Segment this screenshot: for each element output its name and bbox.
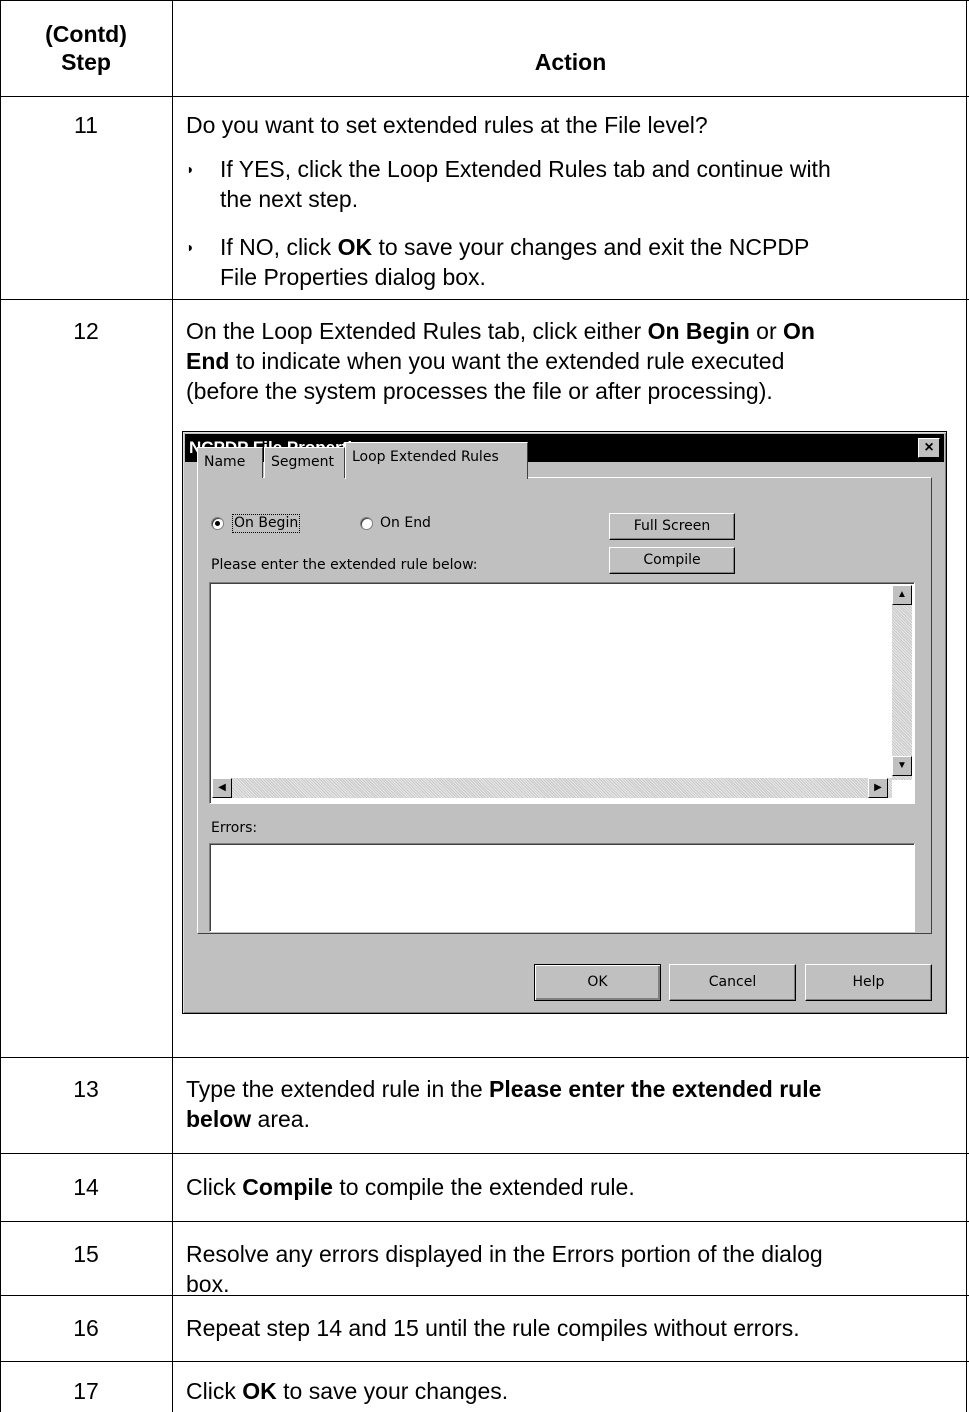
text: to compile the extended rule. xyxy=(332,1174,635,1200)
tab-segment[interactable]: Segment xyxy=(264,447,345,478)
step-11-no-line1: If NO, click OK to save your changes and… xyxy=(220,232,809,262)
step-header-line2: Step xyxy=(61,49,111,75)
step-number: 12 xyxy=(73,318,99,344)
step-15-line1: Resolve any errors displayed in the Erro… xyxy=(186,1241,823,1267)
step-12-text: On the Loop Extended Rules tab, click ei… xyxy=(186,316,815,406)
bold-text: Compile xyxy=(242,1174,333,1200)
text: On the Loop Extended Rules tab, click ei… xyxy=(186,318,648,344)
step-13-text: Type the extended rule in the Please ent… xyxy=(186,1074,821,1134)
row-divider xyxy=(0,1153,969,1154)
errors-label: Errors: xyxy=(211,820,258,836)
step-12-line2: End to indicate when you want the extend… xyxy=(186,346,815,376)
scroll-left-icon[interactable]: ◀ xyxy=(212,778,232,798)
step-11-question: Do you want to set extended rules at the… xyxy=(186,112,708,138)
ok-button[interactable]: OK xyxy=(534,964,661,1001)
step-number: 11 xyxy=(74,112,98,138)
text: to indicate when you want the extended r… xyxy=(229,348,785,374)
text: area. xyxy=(251,1106,310,1132)
text: Click xyxy=(186,1174,243,1200)
bold-text: On Begin xyxy=(647,318,750,344)
on-end-radio[interactable] xyxy=(360,517,373,530)
cancel-button[interactable]: Cancel xyxy=(669,964,796,1001)
text: or xyxy=(749,318,784,344)
close-icon[interactable]: × xyxy=(918,438,940,458)
step-13-line2: below area. xyxy=(186,1104,821,1134)
step-11-yes-line1: If YES, click the Loop Extended Rules ta… xyxy=(220,156,831,182)
on-begin-label[interactable]: On Begin xyxy=(232,514,301,533)
step-12-line3: (before the system processes the file or… xyxy=(186,378,773,404)
step-11-yes-line2: the next step. xyxy=(220,186,359,212)
horizontal-scrollbar[interactable] xyxy=(212,778,892,798)
step-12-line1: On the Loop Extended Rules tab, click ei… xyxy=(186,316,815,346)
tab-loop-extended-rules[interactable]: Loop Extended Rules xyxy=(345,442,528,479)
action-header: Action xyxy=(534,49,607,75)
bold-text: OK xyxy=(242,1378,277,1404)
full-screen-button[interactable]: Full Screen xyxy=(609,513,735,540)
compile-button[interactable]: Compile xyxy=(609,547,735,574)
table-top-border xyxy=(0,0,969,1)
text: If NO, click xyxy=(220,234,338,260)
help-button[interactable]: Help xyxy=(805,964,932,1001)
scroll-right-icon[interactable]: ▶ xyxy=(868,778,888,798)
on-end-label[interactable]: On End xyxy=(380,515,431,532)
errors-output xyxy=(209,843,915,932)
step-15-text: Resolve any errors displayed in the Erro… xyxy=(186,1239,823,1299)
step-15-line2: box. xyxy=(186,1271,230,1297)
step-13-line1: Type the extended rule in the Please ent… xyxy=(186,1074,821,1104)
scroll-up-icon[interactable]: ▲ xyxy=(892,585,912,605)
step-number: 17 xyxy=(73,1378,99,1404)
text: Click xyxy=(186,1378,243,1404)
step-16-text: Repeat step 14 and 15 until the rule com… xyxy=(186,1315,800,1341)
bold-text: Please enter the extended rule xyxy=(489,1076,822,1102)
extended-rule-input[interactable] xyxy=(209,582,915,804)
bold-text: below xyxy=(186,1106,252,1132)
bold-text: On xyxy=(783,318,815,344)
step-number: 15 xyxy=(73,1241,99,1267)
step-11-no: If NO, click OK to save your changes and… xyxy=(220,232,809,292)
text: to save your changes. xyxy=(276,1378,509,1404)
row-divider xyxy=(0,299,969,300)
step-14-text: Click Compile to compile the extended ru… xyxy=(186,1172,635,1202)
row-divider xyxy=(0,1221,969,1222)
text: to save your changes and exit the NCPDP xyxy=(372,234,810,260)
step-number: 13 xyxy=(73,1076,99,1102)
row-divider xyxy=(0,1361,969,1362)
vertical-scrollbar[interactable] xyxy=(892,585,912,780)
table-right-border xyxy=(966,0,967,1412)
step-header: (Contd) Step xyxy=(0,20,172,76)
scroll-down-icon[interactable]: ▼ xyxy=(892,756,912,776)
step-header-line1: (Contd) xyxy=(45,21,127,47)
row-divider xyxy=(0,1057,969,1058)
text: Type the extended rule in the xyxy=(186,1076,490,1102)
step-11-yes: If YES, click the Loop Extended Rules ta… xyxy=(220,154,831,214)
bullet-icon: ◗ xyxy=(186,161,195,177)
step-number: 14 xyxy=(73,1174,99,1200)
step-17-text: Click OK to save your changes. xyxy=(186,1376,508,1406)
step-number: 16 xyxy=(73,1315,99,1341)
tab-name[interactable]: Name xyxy=(197,447,263,478)
bold-text: OK xyxy=(337,234,373,260)
rule-label: Please enter the extended rule below: xyxy=(211,557,478,573)
bullet-icon: ◗ xyxy=(186,239,195,255)
column-divider xyxy=(172,0,173,1412)
bold-text: End xyxy=(186,348,230,374)
on-begin-radio[interactable] xyxy=(211,517,224,530)
row-divider xyxy=(0,96,969,97)
step-11-no-line2: File Properties dialog box. xyxy=(220,264,486,290)
